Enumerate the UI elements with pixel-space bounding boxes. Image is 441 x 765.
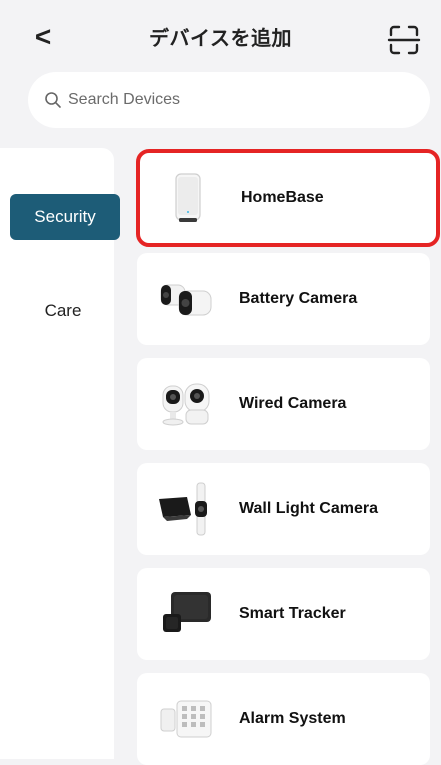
search-icon <box>45 92 61 108</box>
wired-camera-icon <box>162 383 210 426</box>
device-label: Battery Camera <box>239 290 358 307</box>
category-sidebar: Security Care <box>0 148 120 759</box>
page-title: デバイスを追加 <box>149 28 292 50</box>
device-card-alarm-system[interactable]: Alarm System <box>137 673 430 765</box>
device-label: HomeBase <box>241 189 324 206</box>
device-card-homebase[interactable]: HomeBase <box>136 149 440 247</box>
device-card-wall-light-camera[interactable]: Wall Light Camera <box>137 463 430 555</box>
device-card-wired-camera[interactable]: Wired Camera <box>137 358 430 450</box>
scan-button[interactable] <box>387 23 421 57</box>
sidebar-item-label: Care <box>44 301 82 320</box>
device-list: HomeBase Battery Camera Wired Camera Wal… <box>136 148 440 765</box>
sidebar-item-security[interactable]: Security <box>10 194 120 240</box>
device-card-battery-camera[interactable]: Battery Camera <box>137 253 430 345</box>
device-label: Wired Camera <box>239 395 347 412</box>
sidebar-item-care[interactable]: Care <box>8 288 118 334</box>
header: < デバイスを追加 <box>0 0 441 78</box>
device-label: Wall Light Camera <box>239 500 378 517</box>
alarm-system-icon <box>160 700 212 738</box>
device-card-smart-tracker[interactable]: Smart Tracker <box>137 568 430 660</box>
homebase-icon <box>175 173 201 222</box>
smart-tracker-icon <box>163 592 211 632</box>
wall-light-camera-icon <box>159 482 207 536</box>
sidebar-item-label: Security <box>34 207 96 226</box>
search-bar[interactable] <box>28 72 430 128</box>
search-input[interactable] <box>68 91 388 109</box>
battery-camera-icon <box>160 284 212 316</box>
device-label: Smart Tracker <box>239 605 346 622</box>
device-label: Alarm System <box>239 710 346 727</box>
scan-icon <box>387 25 421 55</box>
